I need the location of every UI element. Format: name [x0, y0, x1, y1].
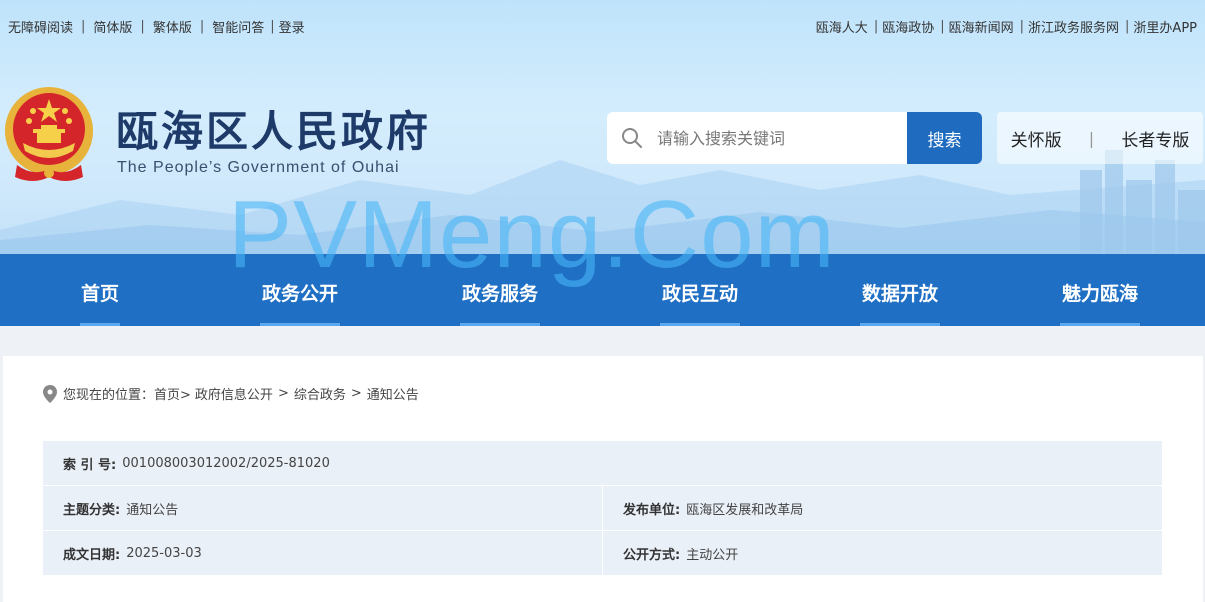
category-value: 通知公告	[126, 502, 179, 518]
breadcrumb-separator: >	[350, 386, 362, 401]
link-simplified[interactable]: 简体版	[93, 17, 132, 36]
category-label: 主题分类:	[63, 502, 121, 518]
search-box: 搜索	[607, 112, 982, 164]
topbar-right-links: 瓯海人大 | 瓯海政协 | 瓯海新闻网 | 浙江政务服务网 | 浙里办APP	[816, 17, 1197, 36]
nav-underline	[460, 323, 540, 326]
divider: |	[199, 19, 205, 34]
site-title: 瓯海区人民政府	[116, 107, 432, 156]
nav-underline	[1060, 323, 1140, 326]
link-smart-qa[interactable]: 智能问答	[212, 17, 264, 36]
info-row: 主题分类: 通知公告 发布单位: 瓯海区发展和改革局	[43, 486, 1162, 530]
nav-item-gov-services[interactable]: 政务服务	[400, 254, 600, 326]
divider: |	[140, 19, 145, 34]
date-label: 成文日期:	[63, 547, 121, 563]
index-number-cell: 索 引 号: 001008003012002/2025-81020	[43, 441, 1162, 485]
nav-label: 政务服务	[461, 283, 538, 305]
divider: |	[1125, 19, 1130, 34]
nav-item-gov-affairs[interactable]: 政务公开	[200, 254, 400, 326]
link-zhejiang-service[interactable]: 浙江政务服务网	[1028, 17, 1119, 36]
nav-item-interaction[interactable]: 政民互动	[600, 254, 800, 326]
date-value: 2025-03-03	[126, 545, 202, 561]
link-login[interactable]: 登录	[279, 17, 305, 36]
category-cell: 主题分类: 通知公告	[43, 486, 602, 530]
breadcrumb-general-affairs[interactable]: 综合政务	[294, 384, 346, 403]
nav-item-open-data[interactable]: 数据开放	[800, 254, 1000, 326]
breadcrumb: 您现在的位置： 首页> 政府信息公开 > 综合政务 > 通知公告	[43, 384, 419, 403]
nav-underline	[660, 323, 740, 326]
document-info-table: 索 引 号: 001008003012002/2025-81020 主题分类: …	[43, 441, 1162, 576]
main-navigation: 首页 政务公开 政务服务 政民互动 数据开放 魅力瓯海	[0, 254, 1205, 326]
divider: |	[940, 19, 945, 34]
divider: |	[81, 19, 86, 34]
search-icon	[607, 112, 657, 164]
nav-item-home[interactable]: 首页	[0, 254, 200, 326]
care-mode-link[interactable]: 关怀版	[1011, 126, 1062, 151]
search-input[interactable]	[657, 112, 907, 164]
index-number-value: 001008003012002/2025-81020	[122, 455, 330, 471]
divider: |	[873, 19, 879, 34]
nav-label: 数据开放	[861, 283, 938, 305]
link-ouhai-cppcc[interactable]: 瓯海政协	[882, 17, 934, 36]
divider: |	[1019, 19, 1025, 34]
info-row: 索 引 号: 001008003012002/2025-81020	[43, 441, 1162, 485]
nav-item-charm-ouhai[interactable]: 魅力瓯海	[1000, 254, 1200, 326]
site-subtitle: The People’s Government of Ouhai	[117, 159, 400, 176]
disclosure-cell: 公开方式: 主动公开	[603, 531, 1162, 575]
breadcrumb-separator: >	[277, 386, 289, 401]
index-number-label: 索 引 号:	[63, 457, 117, 473]
info-row: 成文日期: 2025-03-03 公开方式: 主动公开	[43, 531, 1162, 575]
accessibility-mode-switch: 关怀版 | 长者专版	[997, 112, 1203, 164]
link-ouhai-news[interactable]: 瓯海新闻网	[949, 17, 1014, 36]
disclosure-value: 主动公开	[686, 547, 739, 563]
disclosure-label: 公开方式:	[623, 547, 681, 563]
nav-label: 魅力瓯海	[1061, 283, 1138, 305]
content-panel: 您现在的位置： 首页> 政府信息公开 > 综合政务 > 通知公告 索 引 号: …	[3, 356, 1203, 602]
nav-underline	[860, 323, 940, 326]
link-ouhai-npc[interactable]: 瓯海人大	[816, 17, 868, 36]
link-zheliban-app[interactable]: 浙里办APP	[1133, 17, 1197, 36]
publisher-label: 发布单位:	[623, 502, 681, 518]
header-banner: 无障碍阅读 | 简体版 | 繁体版 | 智能问答 | 登录 瓯海人大 | 瓯海政…	[0, 0, 1205, 254]
breadcrumb-home[interactable]: 首页>	[154, 384, 191, 403]
nav-label: 政务公开	[261, 283, 338, 305]
publisher-value: 瓯海区发展和改革局	[686, 502, 804, 518]
nav-label: 政民互动	[661, 283, 738, 305]
divider: |	[1088, 128, 1095, 148]
link-accessible-reading[interactable]: 无障碍阅读	[8, 17, 73, 36]
breadcrumb-prefix: 您现在的位置：	[63, 388, 155, 403]
national-emblem-logo	[5, 87, 93, 181]
divider: |	[270, 19, 275, 34]
nav-underline	[260, 323, 340, 326]
breadcrumb-gov-info[interactable]: 政府信息公开	[195, 384, 273, 403]
breadcrumb-notices[interactable]: 通知公告	[367, 384, 419, 403]
nav-label: 首页	[80, 283, 119, 305]
date-cell: 成文日期: 2025-03-03	[43, 531, 602, 575]
nav-underline	[80, 323, 120, 326]
link-traditional[interactable]: 繁体版	[153, 17, 192, 36]
topbar-left-links: 无障碍阅读 | 简体版 | 繁体版 | 智能问答 | 登录	[8, 17, 305, 36]
publisher-cell: 发布单位: 瓯海区发展和改革局	[603, 486, 1162, 530]
location-pin-icon	[43, 384, 57, 403]
search-button[interactable]: 搜索	[907, 112, 982, 164]
elder-mode-link[interactable]: 长者专版	[1121, 126, 1189, 151]
